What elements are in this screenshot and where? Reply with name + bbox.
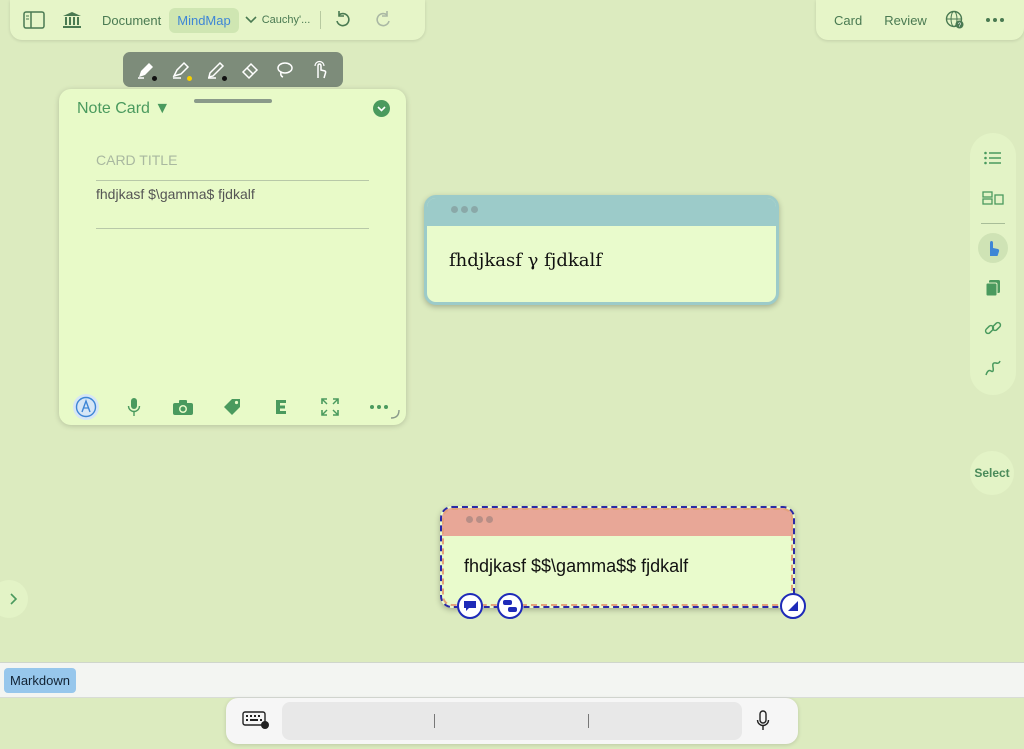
expand-icon[interactable] (316, 394, 344, 420)
select-button[interactable]: Select (970, 451, 1014, 495)
markdown-button[interactable]: Markdown (4, 668, 76, 693)
add-child-card-icon[interactable] (497, 593, 523, 619)
panel-drag-handle[interactable] (194, 99, 272, 103)
pen-mode-icon[interactable] (73, 394, 99, 420)
camera-icon[interactable] (169, 394, 197, 420)
equation-icon[interactable] (267, 394, 295, 420)
freehand-connector-icon[interactable] (978, 353, 1008, 383)
prediction-divider (434, 714, 435, 728)
expand-left-panel-button[interactable] (0, 580, 28, 618)
tab-card[interactable]: Card (826, 8, 870, 33)
sidebar-toggle-icon[interactable] (18, 4, 50, 36)
predictive-text-bar[interactable] (282, 702, 742, 740)
card-text: fhdjkasf $$\gamma$$ fjdkalf (464, 556, 689, 576)
tab-review[interactable]: Review (876, 8, 935, 33)
card-menu-icon[interactable] (427, 198, 776, 213)
eraser-tool-icon[interactable] (235, 55, 265, 85)
undo-icon[interactable] (327, 4, 359, 36)
web-help-icon[interactable]: ? (939, 4, 971, 36)
pen-tool-icon[interactable] (131, 55, 161, 85)
chevron-down-icon (377, 105, 386, 112)
touch-tool-icon[interactable] (305, 55, 335, 85)
redo-icon[interactable] (367, 4, 399, 36)
toolbar-divider (320, 11, 322, 29)
note-card-panel: Note Card ▼ fhdjkasf $\gamma$ fjdkalf (59, 89, 406, 425)
chevron-down-icon (245, 16, 257, 24)
tab-mindmap[interactable]: MindMap (169, 7, 239, 33)
card-resize-icon[interactable] (780, 593, 806, 619)
card-header[interactable] (427, 198, 776, 226)
note-panel-toolbar (73, 394, 393, 420)
drawing-tool-palette (123, 52, 343, 87)
microphone-icon[interactable] (120, 394, 148, 420)
panel-collapse-button[interactable] (373, 100, 390, 117)
top-toolbar-right: Card Review ? (816, 0, 1024, 40)
format-bar: Markdown (0, 662, 1024, 698)
top-toolbar-left: Document MindMap Cauchy'... (10, 0, 425, 40)
sidebar-divider (981, 223, 1005, 224)
file-selector[interactable]: Cauchy'... (245, 9, 315, 31)
mindmap-card[interactable]: fhdjkasf γ fjdkalf (424, 195, 779, 305)
card-header[interactable] (442, 508, 793, 536)
more-options-icon[interactable] (365, 394, 393, 420)
layout-icon[interactable] (978, 183, 1008, 213)
right-sidebar (970, 133, 1016, 395)
mindmap-card-selected[interactable]: fhdjkasf $$\gamma$$ fjdkalf (440, 506, 795, 608)
card-title-input[interactable] (96, 145, 369, 181)
copy-document-icon[interactable] (978, 273, 1008, 303)
microphone-icon[interactable] (756, 710, 770, 732)
keyboard-shortcut-bar (226, 698, 798, 744)
resize-handle-icon[interactable] (390, 409, 400, 419)
outline-list-icon[interactable] (978, 143, 1008, 173)
prediction-divider (588, 714, 589, 728)
lasso-tool-icon[interactable] (270, 55, 300, 85)
more-options-icon[interactable] (979, 4, 1011, 36)
card-text: fhdjkasf γ fjdkalf (449, 250, 602, 271)
keyboard-icon[interactable] (242, 710, 270, 730)
comment-icon[interactable] (457, 593, 483, 619)
panel-title[interactable]: Note Card ▼ (77, 100, 170, 118)
tab-document[interactable]: Document (94, 8, 169, 33)
link-icon[interactable] (978, 313, 1008, 343)
file-name: Cauchy'... (261, 14, 311, 26)
card-menu-icon[interactable] (442, 508, 793, 523)
pencil-tool-icon[interactable] (201, 55, 231, 85)
tag-icon[interactable] (218, 394, 246, 420)
chevron-right-icon (10, 593, 18, 605)
card-body-input[interactable]: fhdjkasf $\gamma$ fjdkalf (96, 186, 369, 229)
highlighter-tool-icon[interactable] (166, 55, 196, 85)
library-icon[interactable] (56, 4, 88, 36)
pointer-hand-icon[interactable] (978, 233, 1008, 263)
